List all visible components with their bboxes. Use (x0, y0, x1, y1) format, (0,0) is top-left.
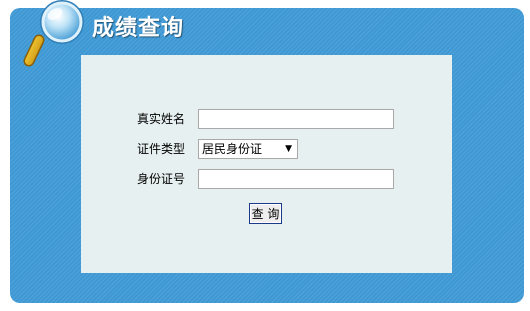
page: 成绩查询 真实姓名 证件类型 居民身份证 ▼ 身份证号 查 询 (0, 0, 530, 311)
real-name-label: 真实姓名 (137, 112, 186, 126)
id-number-label: 身份证号 (137, 172, 186, 186)
page-title: 成绩查询 (92, 16, 185, 41)
id-number-input[interactable] (198, 169, 394, 189)
id-type-selected-value: 居民身份证 (202, 142, 263, 156)
id-type-label: 证件类型 (137, 142, 186, 156)
real-name-input[interactable] (198, 109, 394, 129)
query-button[interactable]: 查 询 (249, 203, 282, 224)
query-form: 真实姓名 证件类型 居民身份证 ▼ 身份证号 查 询 (81, 55, 452, 273)
dropdown-arrow-icon: ▼ (285, 144, 292, 154)
id-type-select[interactable]: 居民身份证 ▼ (198, 139, 298, 159)
